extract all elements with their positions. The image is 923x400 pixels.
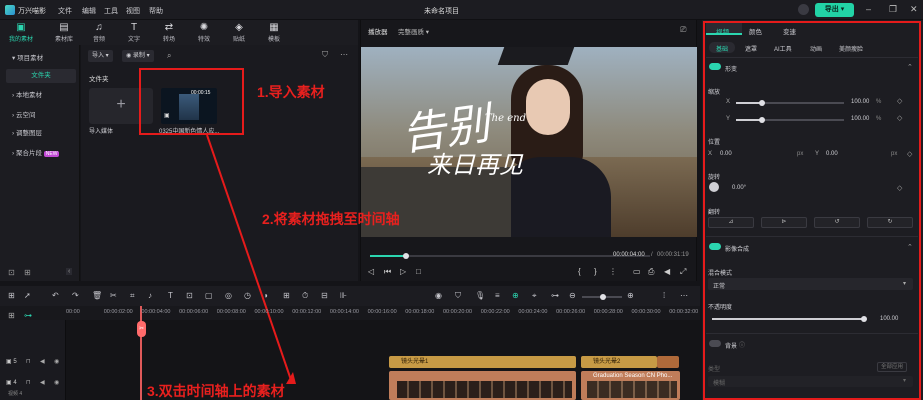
ruler-tick-label: 00:00:14:00 [329,309,359,315]
app-window: 万兴喵影 文件 编辑 工具 视图 帮助 未命名项目 导出 ▾ – ❐ ✕ ▣ 我的… [0,0,923,400]
ruler-tick-label: 00:00:02:00 [103,309,133,315]
ruler-tick-label: 00:00:32:00 [669,309,699,315]
ruler-tick-label: 00:00:20:00 [443,309,473,315]
ruler-tick-label: 00:00:08:00 [216,309,246,315]
ruler-tick-label: 00:00:06:00 [179,309,209,315]
ruler-tick-label: 00:00:10:00 [254,309,284,315]
ruler-tick-label: 00:00:28:00 [593,309,623,315]
ruler-tick-label: 00:00:24:00 [518,309,548,315]
annotation-arrow [206,134,296,384]
ruler-tick-label: 00:00:12:00 [292,309,322,315]
ruler-tick-label: 00:00:30:00 [631,309,661,315]
ruler-tick-label: 00:00:04:00 [141,309,171,315]
ruler-tick-label: 00:00:22:00 [480,309,510,315]
ruler-tick-label: 00:00 [66,309,80,315]
ruler-tick-label: 00:00:18:00 [405,309,435,315]
ruler-tick-label: 00:00:26:00 [556,309,586,315]
ruler-tick-label: 00:00:16:00 [367,309,397,315]
